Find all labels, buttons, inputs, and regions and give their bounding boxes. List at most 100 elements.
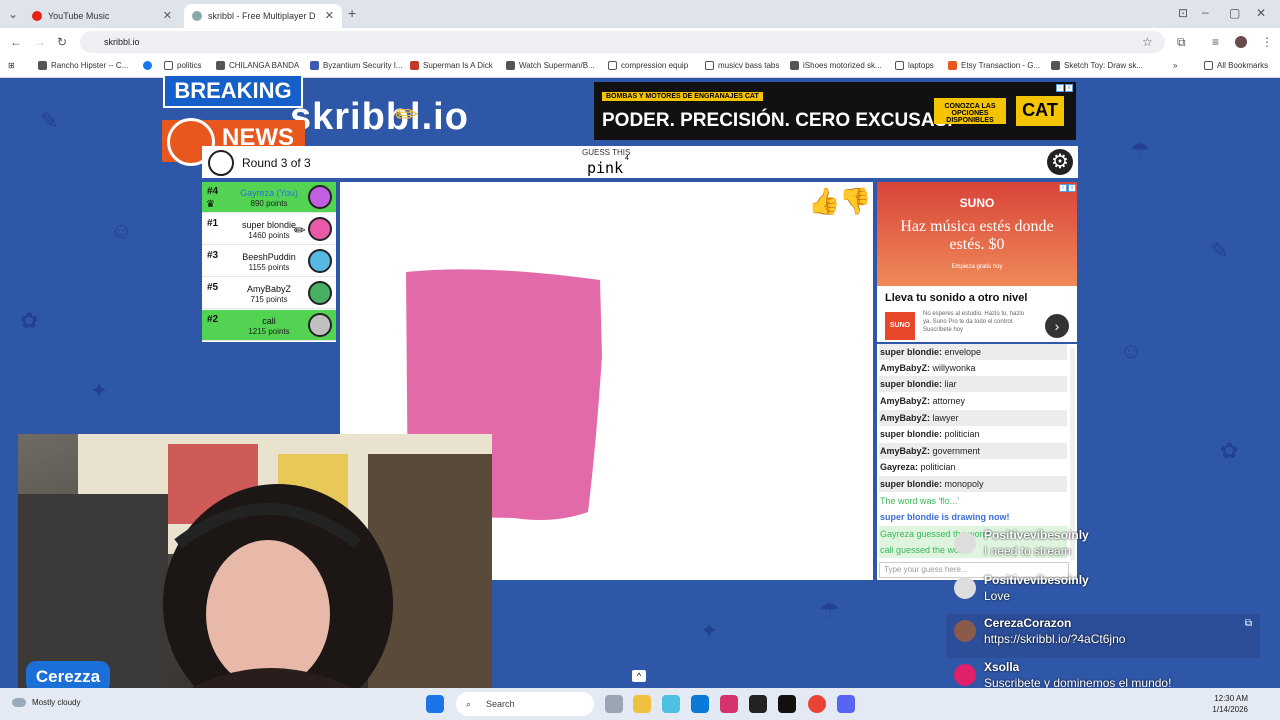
- globe-icon: [790, 61, 799, 70]
- chat-message: AmyBabyZ: attorney: [880, 396, 966, 406]
- ad-cta-button[interactable]: CONOZCA LAS OPCIONES DISPONIBLES: [934, 98, 1006, 124]
- bookmark-item[interactable]: Superman Is A Dick: [410, 61, 493, 70]
- chevron-up-icon[interactable]: ^: [632, 670, 646, 682]
- taskbar-search[interactable]: ⌕ Search: [456, 692, 594, 716]
- bookmark-item[interactable]: Watch Superman/B...: [506, 61, 595, 70]
- ad-title: Haz música estés donde estés. $0: [900, 218, 1054, 253]
- thumbs-up-icon[interactable]: 👍: [808, 186, 840, 217]
- user-avatar: [954, 532, 976, 554]
- skribbl-favicon-icon: [192, 11, 202, 21]
- windows-start-icon[interactable]: [426, 695, 444, 713]
- player-row[interactable]: #2 cali 1215 points: [202, 310, 336, 341]
- system-clock[interactable]: 12:30 AM 1/14/2026: [1212, 693, 1248, 715]
- ad-close-icon[interactable]: x: [1068, 184, 1076, 192]
- chrome-icon[interactable]: [808, 695, 826, 713]
- chat-message: super blondie: envelope: [879, 344, 1067, 360]
- player-rank: #5: [207, 282, 219, 293]
- discord-icon[interactable]: [837, 695, 855, 713]
- breaking-banner: BREAKING: [163, 74, 303, 108]
- doodle-icon: ☺: [110, 218, 133, 243]
- player-name: cali: [262, 316, 276, 326]
- close-window-icon[interactable]: ✕: [1256, 6, 1266, 20]
- gear-icon[interactable]: ⚙: [1047, 149, 1073, 175]
- amazon-icon[interactable]: [749, 695, 767, 713]
- ad-info-icon[interactable]: i: [1059, 184, 1067, 192]
- bookmark-item[interactable]: iShoes motorized sk...: [790, 61, 882, 70]
- task-view-icon[interactable]: [605, 695, 623, 713]
- address-bar[interactable]: skribbl.io: [80, 31, 1165, 53]
- guess-word: pink: [587, 159, 624, 177]
- apps-grid-icon[interactable]: ⊞: [8, 61, 15, 70]
- player-row[interactable]: #3 BeeshPuddin 1155 points: [202, 246, 336, 277]
- media-controls-icon[interactable]: ≡: [1212, 35, 1219, 49]
- bookmark-item[interactable]: musicv bass tabs: [705, 61, 779, 70]
- bookmark-item[interactable]: Byzantium Security I...: [310, 61, 403, 70]
- player-row[interactable]: #4 ♛ Gayreza (You) 890 points: [202, 182, 336, 213]
- bookmark-item[interactable]: politics: [164, 61, 201, 70]
- tab-title: YouTube Music: [48, 11, 110, 21]
- bookmark-item[interactable]: CHILANGA BANDA: [216, 61, 299, 70]
- chevron-right-icon[interactable]: ›: [1045, 314, 1069, 338]
- cloud-icon: [12, 698, 26, 707]
- minimize-icon[interactable]: –: [1202, 5, 1209, 19]
- extensions-icon[interactable]: ⊡: [1178, 6, 1188, 20]
- thumbs-down-icon[interactable]: 👎: [839, 186, 871, 217]
- menu-kebab-icon[interactable]: ⋮: [1261, 35, 1273, 49]
- bell-icon: [310, 61, 319, 70]
- folder-icon: [705, 61, 714, 70]
- facebook-icon[interactable]: [143, 61, 156, 70]
- weather-text: Mostly cloudy: [32, 698, 81, 707]
- player-row[interactable]: #1 super blondie 1460 points ✏: [202, 214, 336, 245]
- bookmark-item[interactable]: Sketch Toy: Draw sk...: [1051, 61, 1143, 70]
- doodle-icon: ☺: [1120, 338, 1143, 363]
- more-bookmarks-icon[interactable]: »: [1173, 61, 1177, 70]
- ad-info-icon[interactable]: i: [1056, 84, 1064, 92]
- all-bookmarks[interactable]: All Bookmarks: [1204, 61, 1268, 70]
- etsy-icon: [948, 61, 957, 70]
- instagram-icon[interactable]: [720, 695, 738, 713]
- player-points: 1155 points: [248, 263, 290, 272]
- player-avatar: [308, 249, 332, 273]
- file-explorer-icon[interactable]: [633, 695, 651, 713]
- url-text: skribbl.io: [104, 37, 140, 47]
- maximize-icon[interactable]: ▢: [1229, 6, 1240, 20]
- extensions-puzzle-icon[interactable]: ⧉: [1177, 35, 1186, 49]
- user-avatar: [954, 620, 976, 642]
- bookmark-item[interactable]: laptops: [895, 61, 934, 70]
- close-tab-icon[interactable]: ✕: [325, 9, 334, 22]
- back-icon[interactable]: ←: [10, 35, 22, 49]
- player-row[interactable]: #5 AmyBabyZ 715 points: [202, 278, 336, 309]
- stream-chat-message: CerezaCorazon https://skribbl.io/?4aCt6j…: [946, 614, 1260, 658]
- bookmark-item[interactable]: compression equip: [608, 61, 688, 70]
- copilot-icon[interactable]: [662, 695, 680, 713]
- tab-youtube-music[interactable]: YouTube Music ✕: [24, 4, 180, 28]
- doodle-icon: ☂: [1130, 138, 1150, 163]
- bookmark-item[interactable]: Rancho Hipster -- C...: [38, 61, 128, 70]
- new-tab-icon[interactable]: +: [348, 6, 356, 20]
- edge-icon[interactable]: [691, 695, 709, 713]
- doodle-icon: ✦: [700, 618, 719, 643]
- x-icon[interactable]: [778, 695, 796, 713]
- ad-close-icon[interactable]: x: [1065, 84, 1073, 92]
- ad-brand: SUNO: [959, 196, 995, 210]
- side-ad[interactable]: SUNO Haz música estés donde estés. $0 Em…: [877, 182, 1077, 342]
- ad-subtitle: Empieza gratis hoy: [951, 264, 1003, 270]
- player-rank: #3: [207, 250, 219, 261]
- forward-icon[interactable]: →: [34, 35, 46, 49]
- chat-message: super blondie: politician: [880, 429, 980, 439]
- globe-icon: [506, 61, 515, 70]
- tab-skribbl[interactable]: skribbl - Free Multiplayer D ✕: [184, 4, 342, 28]
- stream-chat-user: CerezaCorazon: [984, 616, 1072, 630]
- profile-avatar[interactable]: [1235, 36, 1247, 48]
- bookmark-star-icon[interactable]: ☆: [1142, 35, 1153, 49]
- weather-widget[interactable]: Mostly cloudy: [12, 698, 80, 707]
- top-ad-banner[interactable]: BOMBAS Y MOTORES DE ENGRANAJES CAT PODER…: [594, 82, 1076, 140]
- close-tab-icon[interactable]: ✕: [163, 9, 172, 22]
- clock-time: 12:30 AM: [1214, 694, 1248, 703]
- tab-search-icon[interactable]: ⌄: [8, 7, 18, 21]
- player-avatar: [308, 217, 332, 241]
- bookmark-item[interactable]: Etsy Transaction - G...: [948, 61, 1040, 70]
- copy-icon[interactable]: ⧉: [1245, 618, 1252, 629]
- chat-message: AmyBabyZ: government: [879, 443, 1067, 459]
- reload-icon[interactable]: ↻: [57, 35, 67, 49]
